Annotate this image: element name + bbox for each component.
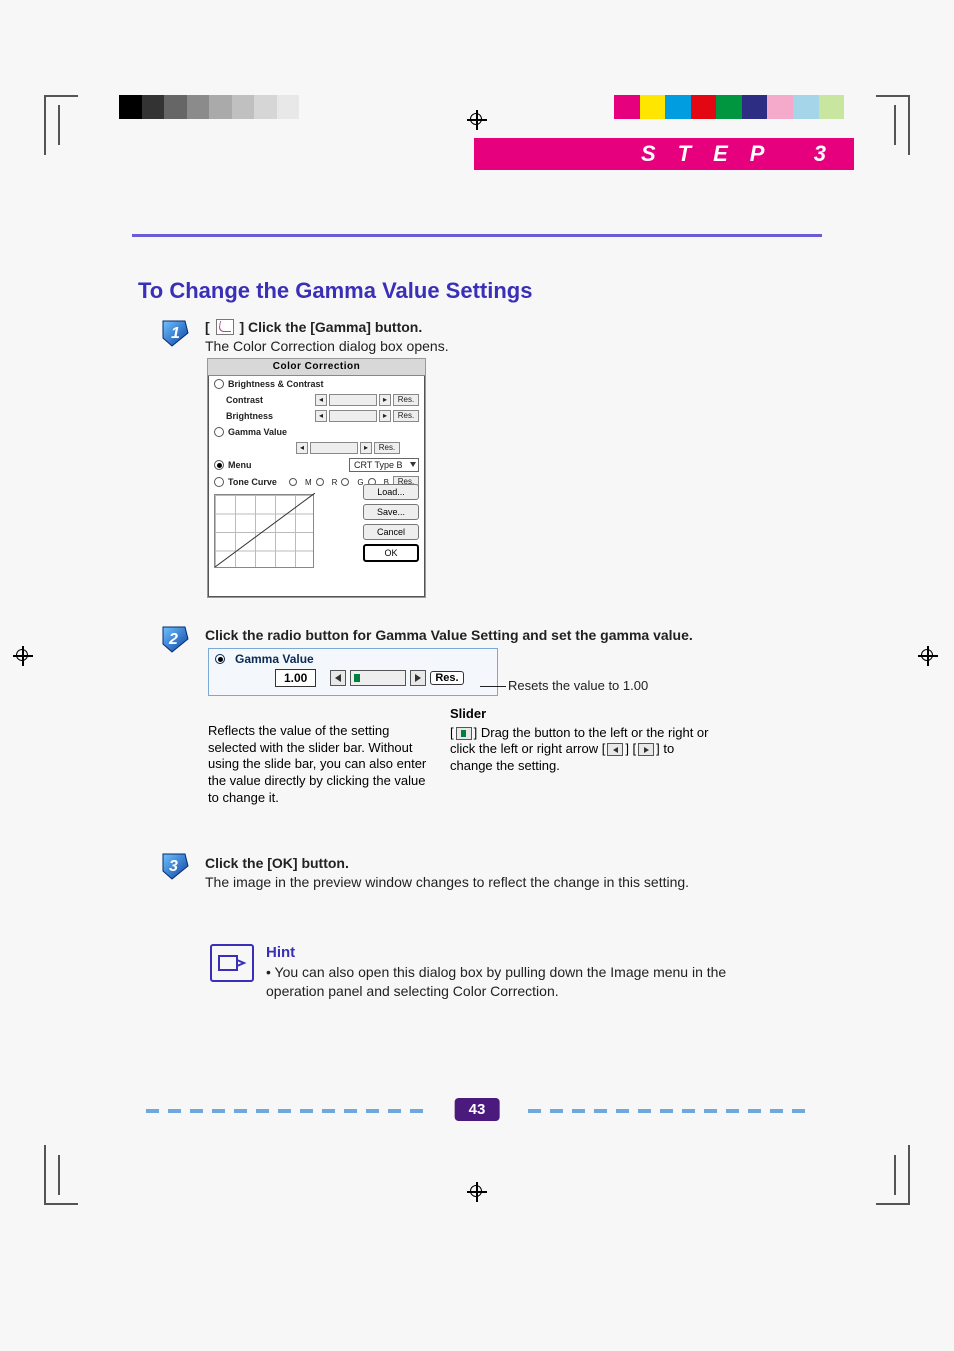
slider-thumb-icon <box>456 727 472 740</box>
brightness-contrast-label: Brightness & Contrast <box>228 378 324 390</box>
svg-text:3: 3 <box>169 858 178 875</box>
svg-text:1: 1 <box>171 325 180 342</box>
left-arrow-button[interactable] <box>330 670 346 686</box>
slider-thumb-icon[interactable] <box>354 674 360 682</box>
hint-body: • You can also open this dialog box by p… <box>266 963 786 1001</box>
step-number-2-icon: 2 <box>160 624 190 654</box>
color-correction-dialog: Color Correction Brightness & Contrast C… <box>207 358 426 598</box>
section-banner: STEP 3 <box>474 138 854 170</box>
gamma-value-label: Gamma Value <box>228 426 287 438</box>
tc-r: R <box>332 478 338 487</box>
right-arrow-button[interactable]: ▸ <box>379 410 391 422</box>
callout-line <box>480 686 506 687</box>
radio-icon[interactable] <box>214 379 224 389</box>
tone-curve-graph[interactable] <box>214 494 314 568</box>
register-mark-icon <box>467 110 487 130</box>
register-mark-icon <box>467 1182 487 1202</box>
hint-box: Hint • You can also open this dialog box… <box>210 944 850 1001</box>
page-divider-icon <box>528 1109 808 1113</box>
right-arrow-button[interactable]: ▸ <box>360 442 372 454</box>
step-3-body: Click the [OK] button. The image in the … <box>205 854 689 892</box>
page-divider-icon <box>146 1109 426 1113</box>
menu-label: Menu <box>228 459 252 471</box>
page-number: 43 <box>455 1098 500 1121</box>
step1-note: The Color Correction dialog box opens. <box>205 337 449 356</box>
radio-icon[interactable] <box>214 460 224 470</box>
right-arrow-button[interactable] <box>410 670 426 686</box>
gamma-icon <box>216 319 234 335</box>
left-arrow-button[interactable]: ◂ <box>315 394 327 406</box>
menu-select[interactable]: CRT Type B <box>349 458 419 472</box>
left-arrow-button[interactable]: ◂ <box>315 410 327 422</box>
brightness-label: Brightness <box>226 410 273 422</box>
register-mark-icon <box>13 646 33 666</box>
step-number-3-icon: 3 <box>160 851 190 881</box>
ok-button[interactable]: OK <box>363 544 419 562</box>
color-swatches <box>614 95 844 119</box>
reset-button[interactable]: Res. <box>393 394 419 406</box>
left-arrow-button[interactable]: ◂ <box>296 442 308 454</box>
scroll-track[interactable] <box>310 442 358 454</box>
radio-icon[interactable] <box>341 478 349 486</box>
reset-button[interactable]: Res. <box>393 410 419 422</box>
register-mark-icon <box>918 646 938 666</box>
left-arrow-icon <box>607 743 623 756</box>
reset-button[interactable]: Res. <box>374 442 400 454</box>
dialog-title: Color Correction <box>208 359 425 376</box>
step3-note: The image in the preview window changes … <box>205 873 689 892</box>
cancel-button[interactable]: Cancel <box>363 524 419 540</box>
hint-title: Hint <box>266 944 786 961</box>
gamma-value-label: Gamma Value <box>235 652 314 666</box>
reset-button[interactable]: Res. <box>430 671 463 685</box>
gamma-slider[interactable] <box>350 670 406 686</box>
txt: ] [ <box>625 741 636 756</box>
gray-swatches <box>119 95 299 119</box>
load-button[interactable]: Load... <box>363 484 419 500</box>
radio-icon[interactable] <box>214 477 224 487</box>
save-button[interactable]: Save... <box>363 504 419 520</box>
step1-instruction: ] Click the [Gamma] button. <box>239 319 422 335</box>
step2-instruction: Click the radio button for Gamma Value S… <box>205 626 775 645</box>
step3-instruction: Click the [OK] button. <box>205 854 689 873</box>
gamma-value-input[interactable]: 1.00 <box>275 669 316 687</box>
radio-icon[interactable] <box>289 478 297 486</box>
crop-mark-icon <box>876 1145 910 1205</box>
scroll-track[interactable] <box>329 394 377 406</box>
divider <box>132 234 822 237</box>
step-1-body: [ ] Click the [Gamma] button. The Color … <box>205 318 449 356</box>
hint-icon <box>210 944 254 982</box>
scroll-track[interactable] <box>329 410 377 422</box>
crop-mark-icon <box>44 1145 78 1205</box>
tc-m: M <box>305 478 312 487</box>
radio-icon[interactable] <box>214 427 224 437</box>
radio-icon[interactable] <box>215 654 225 664</box>
right-arrow-icon <box>638 743 654 756</box>
contrast-label: Contrast <box>226 394 263 406</box>
slider-explanation: Slider [] Drag the button to the left or… <box>450 706 710 775</box>
bracket: [ <box>205 319 210 335</box>
gamma-value-panel: Gamma Value 1.00 Res. <box>208 648 498 696</box>
right-arrow-button[interactable]: ▸ <box>379 394 391 406</box>
crop-mark-icon <box>876 95 910 155</box>
value-explanation: Reflects the value of the setting select… <box>208 723 438 806</box>
step-number-1-icon: 1 <box>160 318 190 348</box>
tone-curve-label: Tone Curve <box>228 476 277 488</box>
radio-icon[interactable] <box>316 478 324 486</box>
txt: [ <box>450 725 454 740</box>
slider-heading: Slider <box>450 706 710 723</box>
svg-text:2: 2 <box>168 631 178 648</box>
reset-callout: Resets the value to 1.00 <box>508 678 648 693</box>
crop-mark-icon <box>44 95 78 155</box>
page-title: To Change the Gamma Value Settings <box>138 278 532 304</box>
